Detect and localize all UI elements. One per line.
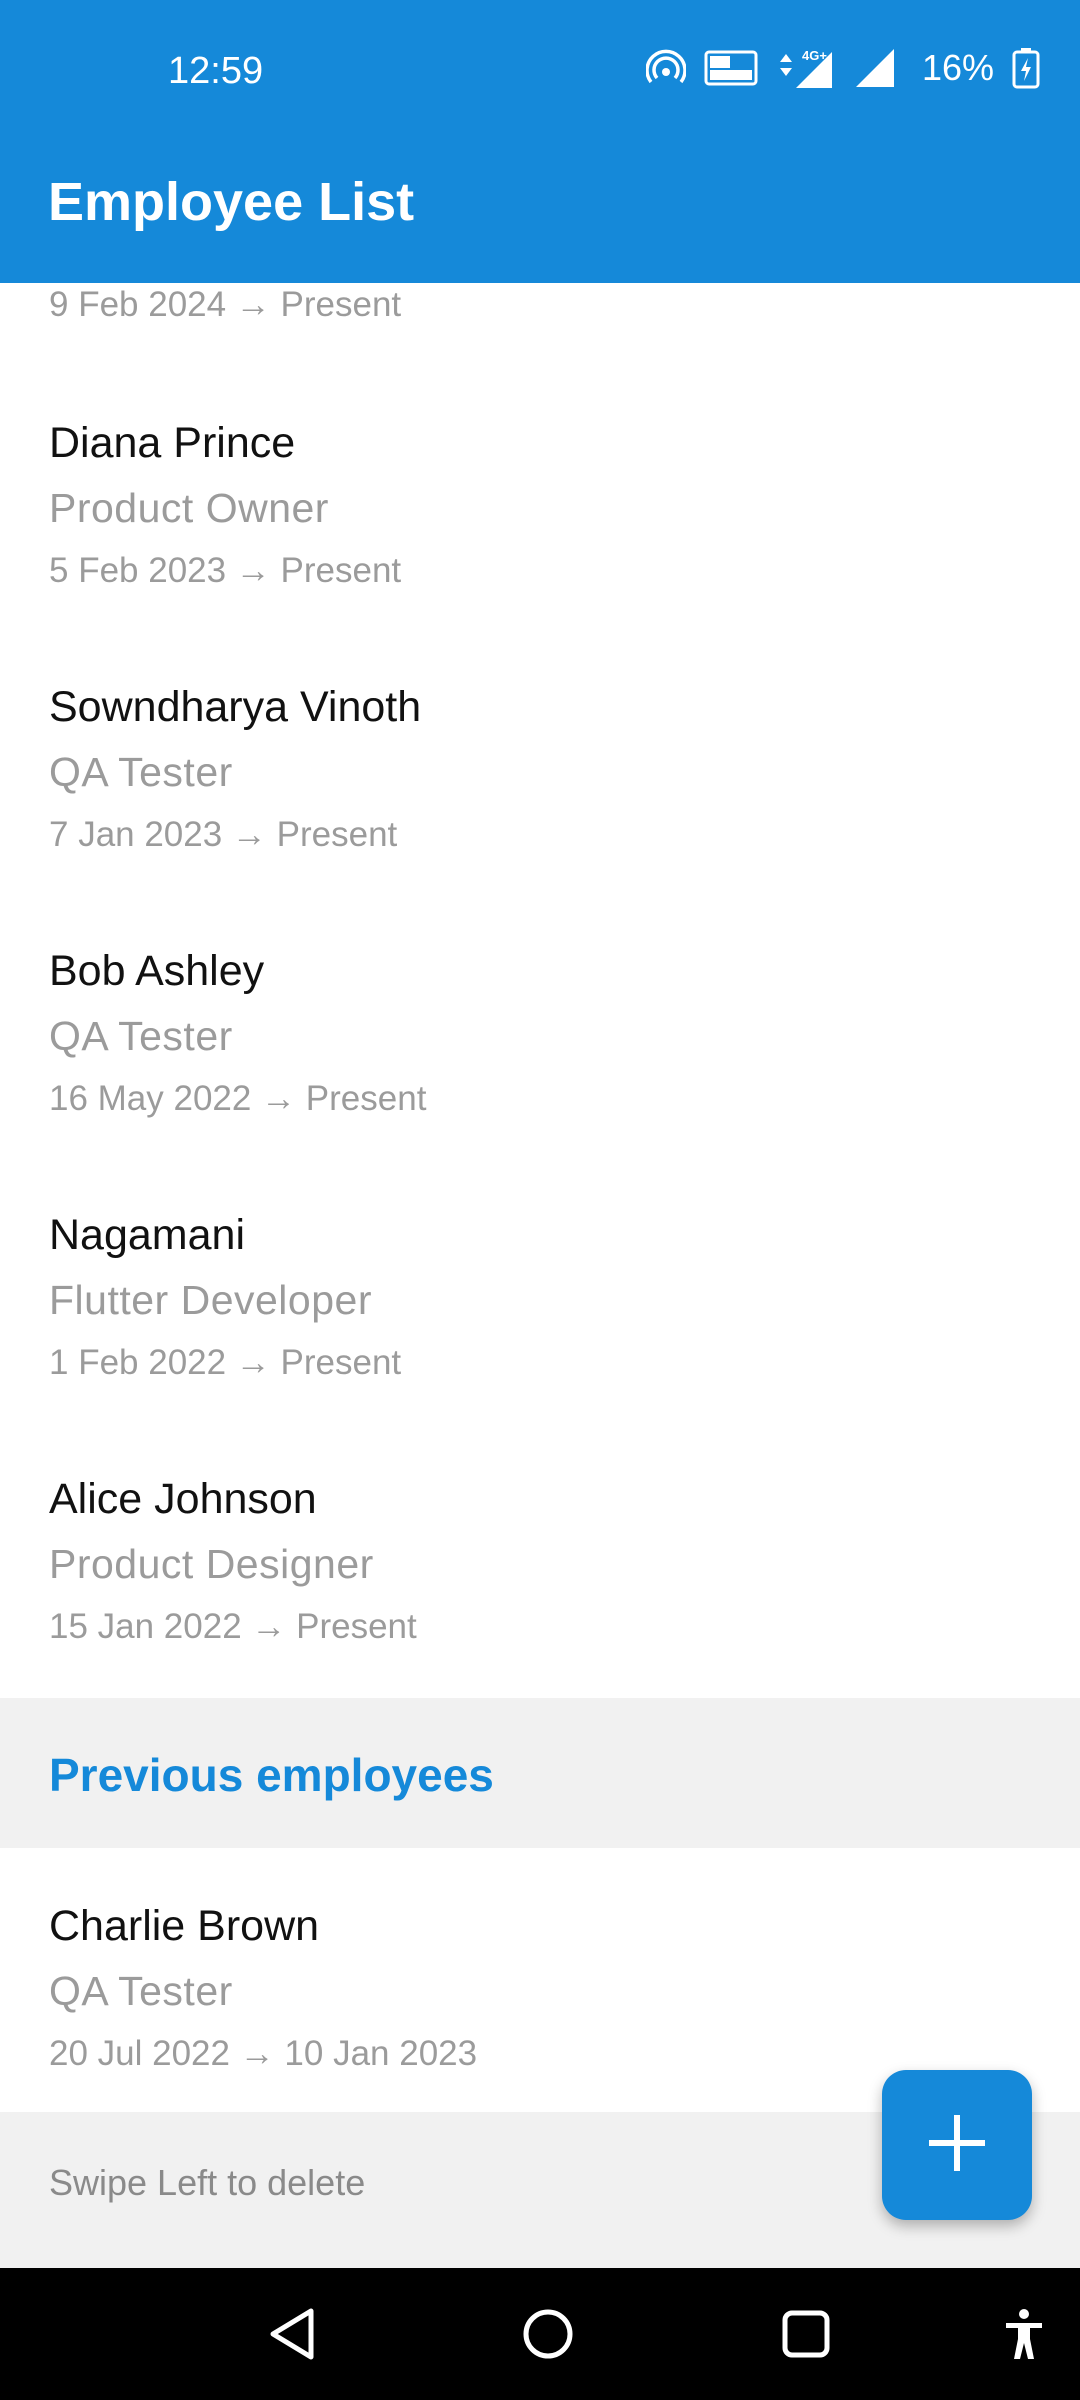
employee-role: Product Designer [49, 1541, 374, 1587]
app-bar: Employee List [0, 145, 1080, 283]
employee-role: QA Tester [49, 1968, 233, 2014]
list-item[interactable]: Alice Johnson Product Designer 15 Jan 20… [0, 1421, 1080, 1685]
employee-name: Sowndharya Vinoth [49, 683, 422, 731]
accessibility-icon[interactable] [994, 2304, 1054, 2364]
employee-name: Alice Johnson [49, 1475, 317, 1523]
status-bar: 12:59 4G+ 16% [0, 0, 1080, 145]
status-time: 12:59 [168, 50, 264, 92]
list-item[interactable]: Diana Prince Product Owner 5 Feb 2023 → … [0, 365, 1080, 629]
employee-name: Nagamani [49, 1211, 245, 1259]
employee-role: QA Tester [49, 749, 233, 795]
list-item[interactable]: 9 Feb 2024 → Present [0, 283, 1080, 365]
employee-dates: 7 Jan 2023 → Present [49, 815, 398, 854]
employee-dates: 1 Feb 2022 → Present [49, 1343, 402, 1382]
list-item[interactable]: Sowndharya Vinoth QA Tester 7 Jan 2023 →… [0, 629, 1080, 893]
section-title: Previous employees [49, 1749, 494, 1801]
employee-role: QA Tester [49, 1013, 233, 1059]
page-title: Employee List [48, 172, 415, 232]
add-icon [927, 2113, 987, 2178]
employee-role: Flutter Developer [49, 1277, 372, 1323]
hotspot-icon [645, 48, 686, 88]
signal-icon [854, 47, 896, 89]
home-icon[interactable] [518, 2304, 578, 2364]
employee-name: Charlie Brown [49, 1902, 320, 1950]
back-icon[interactable] [262, 2304, 322, 2364]
recents-icon[interactable] [776, 2304, 836, 2364]
list-item[interactable]: Nagamani Flutter Developer 1 Feb 2022 → … [0, 1157, 1080, 1421]
employee-dates: 9 Feb 2024 → Present [49, 285, 402, 324]
volte-icon [704, 48, 758, 88]
employee-dates: 15 Jan 2022 → Present [49, 1607, 417, 1646]
add-employee-button[interactable] [882, 2070, 1032, 2220]
employee-name: Diana Prince [49, 419, 296, 467]
battery-icon [1012, 47, 1040, 89]
status-icons: 4G+ 16% [645, 46, 1040, 90]
svg-text:4G+: 4G+ [802, 48, 827, 63]
swipe-hint: Swipe Left to delete [49, 2162, 366, 2203]
section-header-previous: Previous employees [0, 1698, 1080, 1848]
employee-dates: 16 May 2022 → Present [49, 1079, 427, 1118]
employee-dates: 5 Feb 2023 → Present [49, 551, 402, 590]
employee-name: Bob Ashley [49, 947, 265, 995]
employee-role: Product Owner [49, 485, 329, 531]
list-item[interactable]: Bob Ashley QA Tester 16 May 2022 → Prese… [0, 893, 1080, 1157]
navigation-bar [0, 2268, 1080, 2400]
4g-signal-icon: 4G+ [776, 46, 836, 90]
battery-percent: 16% [921, 47, 994, 88]
employee-dates: 20 Jul 2022 → 10 Jan 2023 [49, 2034, 478, 2073]
